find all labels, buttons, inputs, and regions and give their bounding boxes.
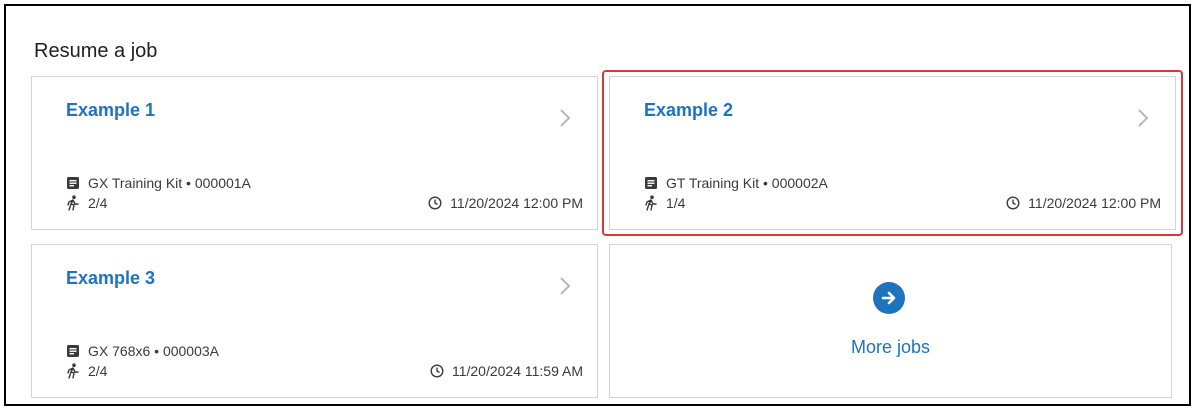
job-name: Example 1 (66, 100, 156, 120)
job-progress: 2/4 (66, 195, 107, 211)
more-jobs-label: More jobs (850, 337, 931, 357)
walking-person-icon (67, 195, 79, 211)
job-name: Example 2 (644, 100, 734, 120)
job-progress-text: 1/4 (666, 195, 686, 211)
job-progress-text: 2/4 (88, 195, 108, 211)
document-icon (67, 345, 79, 357)
job-name: Example 3 (66, 268, 156, 288)
document-icon (67, 177, 79, 189)
job-datetime-text: 11/20/2024 12:00 PM (1028, 195, 1161, 211)
job-datetime: 11/20/2024 12:00 PM (428, 195, 583, 211)
job-datetime-text: 11/20/2024 11:59 AM (451, 363, 583, 379)
job-datetime: 11/20/2024 12:00 PM (1006, 195, 1161, 211)
walking-person-icon (67, 363, 79, 379)
job-kit-text: GT Training Kit • 000002A (666, 175, 828, 191)
more-jobs-card[interactable]: More jobs (609, 244, 1172, 398)
job-progress: 1/4 (644, 195, 685, 211)
section-title: Resume a job (34, 40, 158, 62)
walking-person-icon (645, 195, 657, 211)
resume-job-panel: Resume a job Example 1 GX Training Kit •… (4, 4, 1191, 406)
chevron-right-icon (560, 109, 571, 127)
job-card-example-3[interactable]: Example 3 GX 768x6 • 000003A 2/4 11/20/2… (31, 244, 598, 398)
arrow-right-circle-icon (873, 282, 905, 314)
document-icon (645, 177, 657, 189)
clock-icon (1006, 196, 1020, 210)
job-card-example-1[interactable]: Example 1 GX Training Kit • 000001A 2/4 … (31, 76, 598, 230)
clock-icon (428, 196, 442, 210)
job-card-example-2[interactable]: Example 2 GT Training Kit • 000002A 1/4 … (609, 76, 1176, 230)
job-progress-text: 2/4 (88, 363, 108, 379)
job-datetime: 11/20/2024 11:59 AM (430, 363, 583, 379)
clock-icon (430, 364, 444, 378)
job-kit: GT Training Kit • 000002A (644, 175, 828, 191)
job-progress: 2/4 (66, 363, 107, 379)
job-kit: GX 768x6 • 000003A (66, 343, 219, 359)
job-kit-text: GX 768x6 • 000003A (88, 343, 219, 359)
job-kit-text: GX Training Kit • 000001A (88, 175, 251, 191)
chevron-right-icon (1138, 109, 1149, 127)
chevron-right-icon (560, 277, 571, 295)
job-kit: GX Training Kit • 000001A (66, 175, 251, 191)
job-datetime-text: 11/20/2024 12:00 PM (450, 195, 583, 211)
